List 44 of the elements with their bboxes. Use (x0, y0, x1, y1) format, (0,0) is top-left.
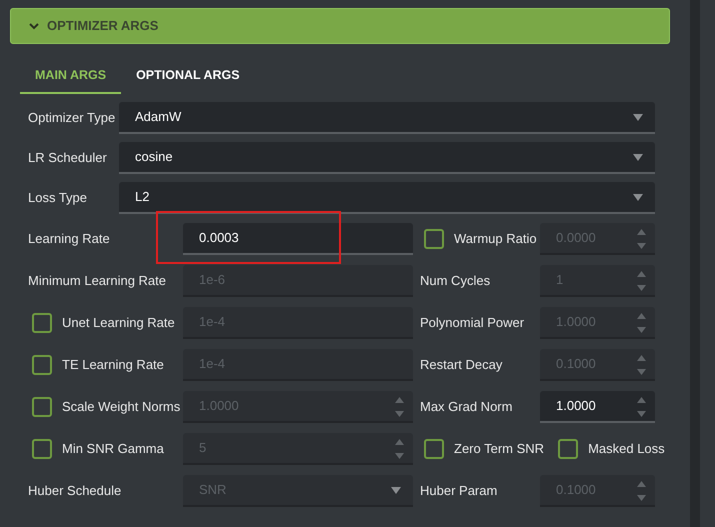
selected-value: AdamW (135, 108, 182, 126)
chevron-icon[interactable] (29, 22, 39, 30)
field-label: LR Scheduler (28, 148, 108, 167)
checkbox-label: Masked Loss (588, 440, 665, 458)
dropdown[interactable]: L2 (119, 182, 655, 214)
dropdown-caret-icon[interactable] (633, 114, 643, 121)
field-label: Learning Rate (28, 230, 110, 248)
checkbox[interactable] (424, 228, 444, 249)
field-label: Scale Weight Norms (62, 398, 180, 416)
field-label: Warmup Ratio (454, 230, 537, 248)
field-label: Polynomial Power (420, 314, 524, 332)
selected-value: cosine (135, 148, 173, 166)
field-label: TE Learning Rate (62, 356, 164, 374)
input-value: 0.0003 (199, 229, 239, 247)
number-field[interactable]: 1.0000 (540, 390, 655, 423)
spinner-arrows-icon[interactable] (637, 396, 646, 417)
checkbox[interactable] (32, 354, 52, 375)
section-title: OPTIMIZER ARGS (47, 17, 158, 36)
checkbox-label: Zero Term SNR (454, 440, 544, 458)
input-value: 1.0000 (556, 397, 596, 415)
checkbox[interactable] (32, 438, 52, 459)
section-header[interactable]: OPTIMIZER ARGS (10, 8, 670, 44)
checkbox[interactable] (32, 312, 52, 333)
tab[interactable]: MAIN ARGS (20, 58, 122, 94)
field-label: Max Grad Norm (420, 398, 512, 416)
field-label: Optimizer Type (28, 108, 116, 127)
field-label: Unet Learning Rate (62, 314, 175, 332)
dropdown[interactable]: cosine (119, 142, 655, 174)
field-label: Loss Type (28, 188, 88, 207)
dropdown[interactable]: AdamW (119, 102, 655, 134)
field-label: Restart Decay (420, 356, 502, 374)
selected-value: L2 (135, 188, 150, 206)
checkbox[interactable] (558, 438, 578, 459)
tab[interactable]: OPTIONAL ARGS (121, 58, 255, 94)
field-label: Min SNR Gamma (62, 440, 164, 458)
checkbox[interactable] (424, 438, 444, 459)
field-label: Huber Param (420, 482, 498, 500)
field-label: Minimum Learning Rate (28, 272, 166, 290)
field-label: Huber Schedule (28, 482, 122, 500)
field-label: Num Cycles (420, 272, 490, 290)
checkbox[interactable] (32, 396, 52, 417)
dropdown-caret-icon[interactable] (633, 194, 643, 201)
dropdown-caret-icon[interactable] (633, 154, 643, 161)
input-field[interactable]: 0.0003 (183, 222, 413, 255)
